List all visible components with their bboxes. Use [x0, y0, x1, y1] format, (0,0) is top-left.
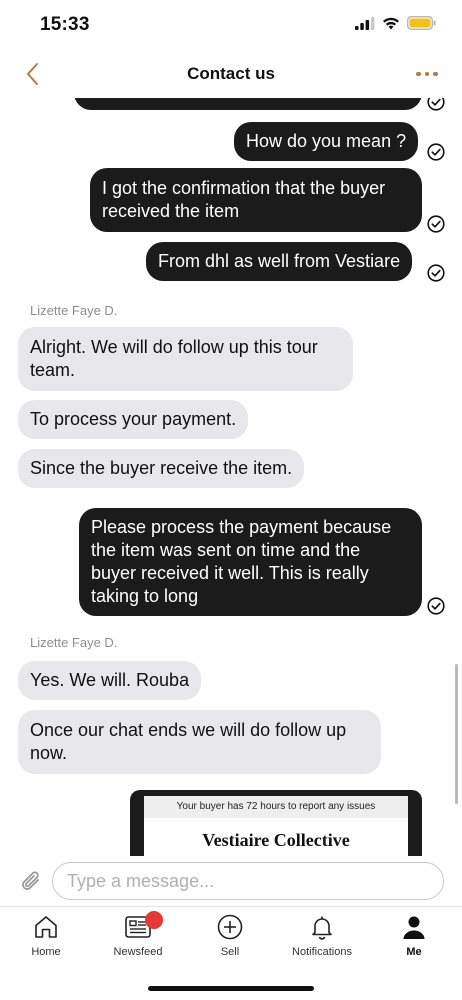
outgoing-message: I got the confirmation that the buyer re… — [90, 168, 422, 232]
incoming-message: Yes. We will. Rouba — [18, 661, 202, 700]
home-indicator — [148, 986, 314, 991]
tab-home-label: Home — [31, 946, 61, 958]
tab-bar: Home Newsfeed Sell Notifications Me — [0, 906, 462, 1000]
composer — [0, 856, 462, 906]
paperclip-icon — [22, 871, 39, 890]
status-icons — [355, 16, 436, 30]
signal-icon — [355, 16, 375, 30]
outgoing-message: Please process the payment because the i… — [79, 508, 422, 616]
outgoing-message — [74, 98, 422, 110]
chat-thread[interactable]: How do you mean ? I got the confirmation… — [0, 98, 462, 856]
person-icon — [403, 916, 425, 939]
read-check-icon — [427, 98, 445, 111]
outgoing-message: From dhl as well from Vestiare — [146, 242, 413, 281]
tab-home[interactable]: Home — [0, 913, 92, 969]
read-check-icon — [427, 215, 445, 233]
header: Contact us — [0, 50, 462, 98]
read-check-icon — [427, 264, 445, 282]
notification-badge — [145, 911, 163, 929]
buyer-notice: Your buyer has 72 hours to report any is… — [144, 796, 408, 818]
order-card[interactable]: Your buyer has 72 hours to report any is… — [130, 790, 422, 856]
order-card-body: Your buyer has 72 hours to report any is… — [144, 796, 408, 856]
tab-sell[interactable]: Sell — [184, 913, 276, 969]
scrollbar[interactable] — [455, 664, 458, 804]
plus-circle-icon — [217, 914, 243, 940]
battery-icon — [407, 16, 436, 30]
tab-me-label: Me — [406, 946, 422, 958]
tab-notifications[interactable]: Notifications — [276, 913, 368, 969]
sender-name: Lizette Faye D. — [30, 303, 118, 318]
tab-notifications-label: Notifications — [292, 946, 352, 958]
read-check-icon — [427, 143, 445, 161]
incoming-message: Once our chat ends we will do follow up … — [18, 710, 381, 774]
status-time: 15:33 — [40, 14, 90, 35]
home-icon — [35, 916, 57, 938]
attach-button[interactable] — [18, 868, 46, 896]
message-input[interactable] — [52, 862, 444, 900]
outgoing-message: How do you mean ? — [234, 122, 419, 161]
more-options-button[interactable] — [412, 62, 442, 86]
wifi-icon — [383, 17, 399, 29]
incoming-message: To process your payment. — [18, 400, 249, 439]
tab-newsfeed-label: Newsfeed — [113, 946, 163, 958]
sender-name: Lizette Faye D. — [30, 635, 118, 650]
tab-newsfeed[interactable]: Newsfeed — [92, 911, 184, 969]
more-icon — [416, 71, 421, 77]
incoming-message: Since the buyer receive the item. — [18, 449, 305, 488]
incoming-message: Alright. We will do follow up this tour … — [18, 327, 353, 391]
status-bar: 15:33 — [0, 0, 462, 50]
tab-me[interactable]: Me — [368, 913, 460, 969]
read-check-icon — [427, 597, 445, 615]
brand-logo: Vestiaire Collective — [202, 830, 350, 850]
tab-sell-label: Sell — [220, 946, 240, 958]
page-title: Contact us — [187, 64, 275, 83]
bell-icon — [312, 916, 332, 940]
